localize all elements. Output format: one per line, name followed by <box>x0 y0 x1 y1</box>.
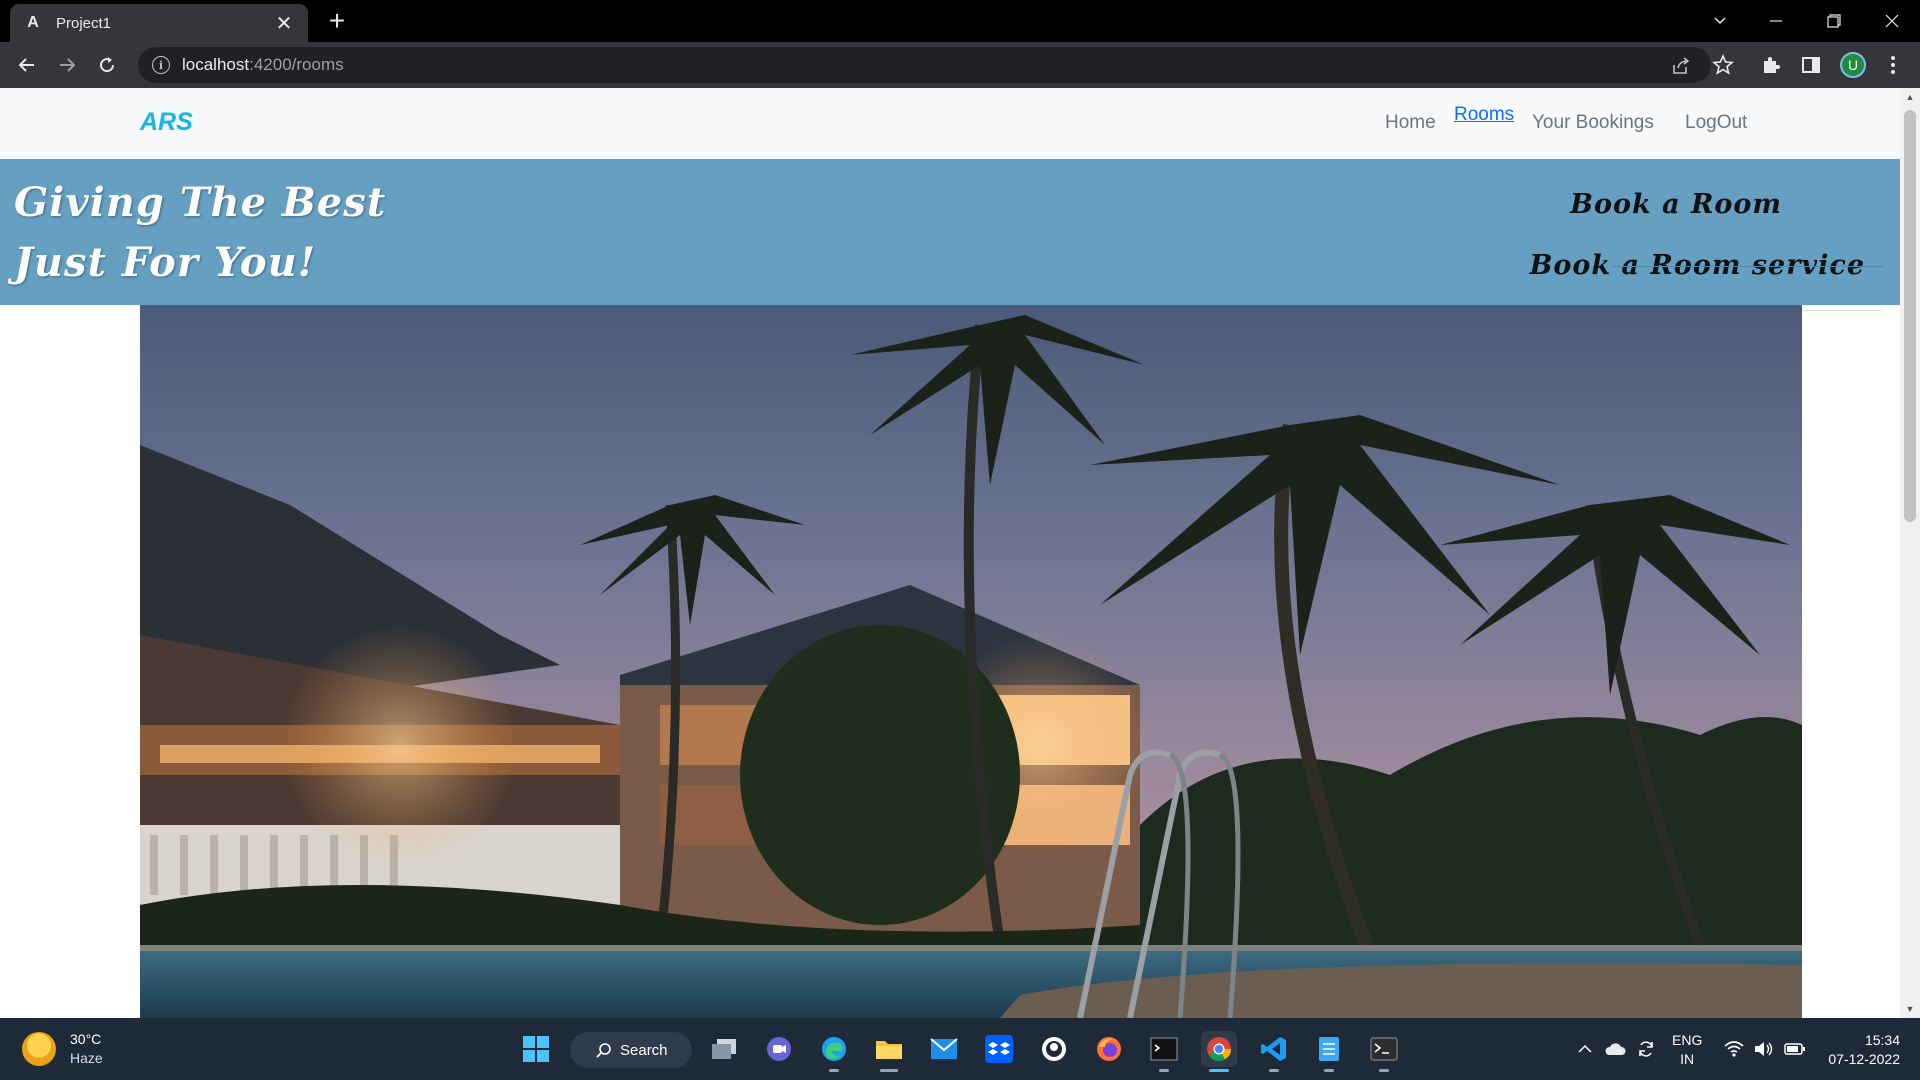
page-viewport: ARS Home Rooms Your Bookings LogOut Givi… <box>0 88 1920 1018</box>
taskbar-search[interactable]: Search <box>570 1032 692 1068</box>
new-tab-button[interactable]: + <box>322 5 352 36</box>
book-room-link[interactable]: Book a Room <box>1570 189 1782 220</box>
edge-browser-icon[interactable] <box>816 1031 852 1072</box>
system-clock[interactable]: 15:34 07-12-2022 <box>1820 1031 1900 1069</box>
puzzle-icon[interactable] <box>1758 52 1784 78</box>
close-tab-icon[interactable]: ✕ <box>274 13 294 35</box>
tab-title: Project1 <box>56 14 112 32</box>
hero-banner: Giving The Best Just For You! Book a Roo… <box>0 159 1900 305</box>
clock-date: 07-12-2022 <box>1828 1051 1900 1067</box>
nav-home[interactable]: Home <box>1385 112 1436 134</box>
address-bar[interactable]: i localhost:4200/rooms <box>138 47 1711 83</box>
browser-tabstrip: A Project1 ✕ + <box>0 0 1920 42</box>
dropbox-icon[interactable] <box>981 1031 1017 1067</box>
weather-temperature: 30°C <box>70 1031 102 1047</box>
nav-your-bookings[interactable]: Your Bookings <box>1532 112 1654 134</box>
brand-logo[interactable]: ARS <box>140 108 193 137</box>
scroll-thumb[interactable] <box>1904 110 1916 522</box>
browser-toolbar: i localhost:4200/rooms U <box>0 42 1920 88</box>
browser-tab[interactable]: A Project1 ✕ <box>10 4 308 42</box>
tagline-line-1: Giving The Best <box>14 179 387 226</box>
battery-icon[interactable] <box>1784 1018 1806 1080</box>
site-info-icon[interactable]: i <box>152 56 170 74</box>
terminal-icon[interactable] <box>1146 1031 1182 1072</box>
share-icon[interactable] <box>1670 55 1692 77</box>
running-indicator <box>1269 1069 1279 1072</box>
input-language[interactable]: ENG IN <box>1672 1031 1702 1069</box>
resort-pool-photo <box>140 305 1802 1018</box>
windows-terminal-icon[interactable] <box>1366 1031 1402 1072</box>
url-path: :4200/rooms <box>249 55 344 74</box>
nav-rooms[interactable]: Rooms <box>1454 104 1514 126</box>
search-icon <box>596 1043 611 1058</box>
github-desktop-icon[interactable] <box>1036 1031 1072 1067</box>
profile-avatar[interactable]: U <box>1840 52 1866 78</box>
angular-favicon-icon: A <box>27 14 39 31</box>
chrome-icon[interactable] <box>1201 1031 1237 1072</box>
kebab-menu-icon[interactable] <box>1880 52 1906 78</box>
region-code: IN <box>1680 1051 1695 1067</box>
notepad-icon[interactable] <box>1311 1031 1347 1072</box>
forward-arrow-icon[interactable] <box>51 49 83 81</box>
firefox-icon[interactable] <box>1091 1031 1127 1067</box>
tab-search-chevron-icon[interactable] <box>1692 0 1748 42</box>
vscode-icon[interactable] <box>1256 1031 1292 1072</box>
scroll-up-arrow-icon[interactable]: ▲ <box>1900 88 1920 106</box>
weather-widget[interactable]: 30°C Haze <box>22 1030 103 1068</box>
mail-icon[interactable] <box>926 1031 962 1067</box>
clock-time: 15:34 <box>1864 1032 1900 1048</box>
weather-description: Haze <box>70 1050 103 1066</box>
running-indicator <box>829 1069 839 1072</box>
task-view-icon[interactable] <box>706 1031 742 1067</box>
search-label: Search <box>620 1041 668 1059</box>
bookmark-star-icon[interactable] <box>1710 52 1736 78</box>
side-panel-icon[interactable] <box>1798 52 1824 78</box>
sun-haze-icon <box>22 1032 56 1066</box>
running-indicator <box>1159 1069 1169 1072</box>
teams-chat-icon[interactable] <box>761 1031 797 1067</box>
reload-icon[interactable] <box>91 49 123 81</box>
scroll-down-arrow-icon[interactable]: ▼ <box>1900 1000 1920 1018</box>
nav-logout[interactable]: LogOut <box>1685 112 1747 134</box>
tray-overflow-chevron-icon[interactable] <box>1578 1018 1592 1080</box>
onedrive-cloud-icon[interactable] <box>1604 1018 1626 1080</box>
wifi-icon[interactable] <box>1724 1018 1744 1080</box>
minimize-window-icon[interactable] <box>1748 0 1804 42</box>
site-navbar: ARS Home Rooms Your Bookings LogOut <box>0 88 1900 159</box>
url-host: localhost <box>182 55 250 74</box>
page-scrollbar[interactable]: ▲ ▼ <box>1900 88 1920 1018</box>
volume-icon[interactable] <box>1754 1018 1774 1080</box>
sync-icon[interactable] <box>1636 1018 1656 1080</box>
tagline-line-2: Just For You! <box>14 239 317 286</box>
running-indicator <box>1379 1069 1389 1072</box>
running-indicator <box>880 1069 898 1072</box>
hero-menu-divider <box>1612 266 1884 267</box>
windows-taskbar: 30°C Haze Search ENG IN 15:34 07-12-2022 <box>0 1018 1920 1080</box>
close-window-icon[interactable] <box>1864 0 1920 42</box>
active-indicator <box>1209 1069 1229 1072</box>
file-explorer-icon[interactable] <box>871 1031 907 1072</box>
back-arrow-icon[interactable] <box>11 49 43 81</box>
running-indicator <box>1324 1069 1334 1072</box>
windows-start-icon[interactable] <box>518 1031 554 1067</box>
restore-window-icon[interactable] <box>1806 0 1862 42</box>
language-code: ENG <box>1672 1032 1703 1048</box>
